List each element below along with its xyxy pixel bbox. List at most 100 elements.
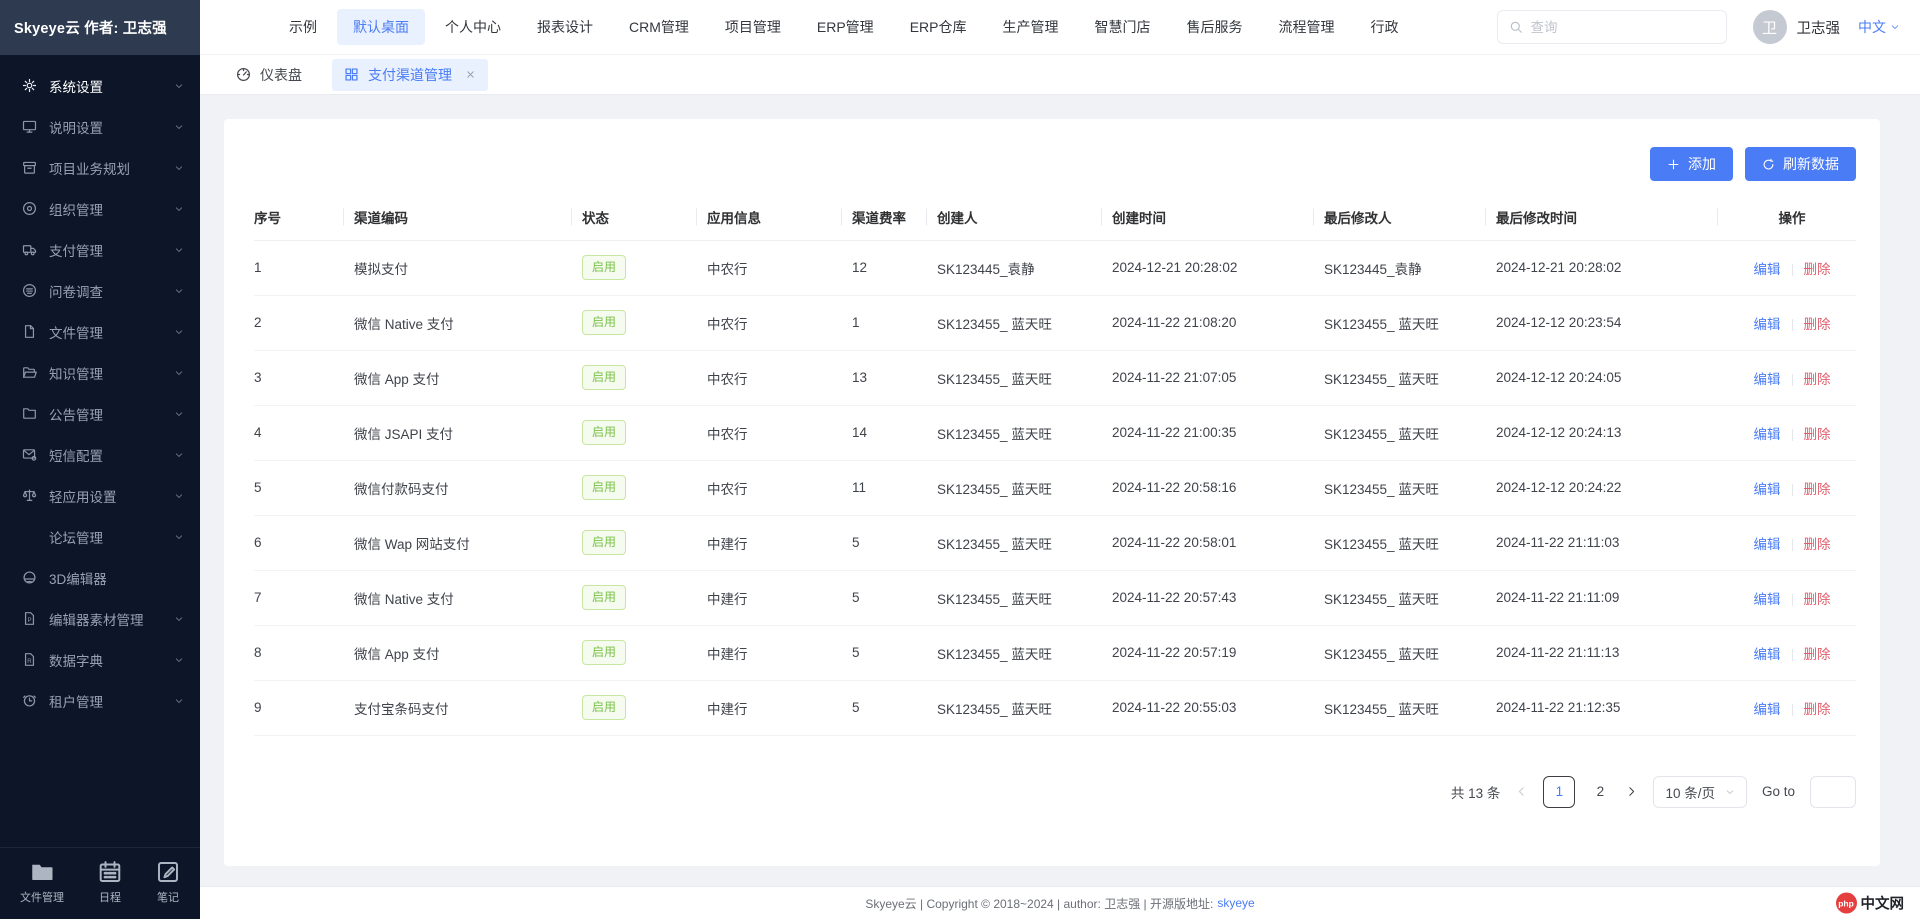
collapse-sidebar-icon[interactable] [226,18,245,37]
close-tab-icon[interactable] [465,69,476,80]
action-divider [1792,264,1793,276]
language-selector[interactable]: 中文 [1858,17,1900,37]
sidebar-item-label: 3D编辑器 [49,568,184,588]
tab-label: 仪表盘 [260,65,302,85]
tab[interactable]: 仪表盘 [224,59,314,91]
nav-item[interactable]: 售后服务 [1170,9,1258,45]
table-row: 5微信付款码支付启用中农行11SK123455_ 蓝天旺2024-11-22 2… [254,460,1856,515]
add-button[interactable]: 添加 [1650,147,1733,181]
nav-item[interactable]: 生产管理 [986,9,1074,45]
sidebar-item[interactable]: 组织管理 [0,188,200,229]
nav-item[interactable]: 流程管理 [1262,9,1350,45]
nav-item[interactable]: CRM管理 [613,9,705,45]
edit-link[interactable]: 编辑 [1754,317,1781,332]
edit-link[interactable]: 编辑 [1754,647,1781,662]
next-page-button[interactable] [1625,785,1638,798]
edit-link[interactable]: 编辑 [1754,427,1781,442]
cell-code: 微信 JSAPI 支付 [354,405,582,460]
nav-item[interactable]: 示例 [273,9,333,45]
sidebar-item[interactable]: 说明设置 [0,106,200,147]
nav-item[interactable]: ERP管理 [801,9,890,45]
delete-link[interactable]: 删除 [1804,537,1831,552]
action-divider [1792,704,1793,716]
sidebar-item[interactable]: 支付管理 [0,229,200,270]
cell-no: 9 [254,680,354,735]
edit-link[interactable]: 编辑 [1754,702,1781,717]
page-button-1[interactable]: 1 [1543,776,1575,808]
cell-status: 启用 [582,570,707,625]
delete-link[interactable]: 删除 [1804,317,1831,332]
scale-icon [22,488,37,503]
sidebar-item[interactable]: 租户管理 [0,680,200,721]
sidebar-item[interactable]: 项目业务规划 [0,147,200,188]
nav-item[interactable]: 报表设计 [521,9,609,45]
cell-modified-at: 2024-11-22 21:11:13 [1496,625,1728,680]
nav-item[interactable]: 个人中心 [429,9,517,45]
delete-link[interactable]: 删除 [1804,262,1831,277]
delete-link[interactable]: 删除 [1804,372,1831,387]
nav-item[interactable]: ERP仓库 [894,9,983,45]
cell-actions: 编辑 删除 [1728,295,1856,350]
edit-link[interactable]: 编辑 [1754,592,1781,607]
chevron-down-icon [174,532,184,542]
sidebar-item[interactable]: 论坛管理 [0,516,200,557]
cell-app: 中建行 [707,570,852,625]
svg-text:P: P [27,617,31,624]
delete-link[interactable]: 删除 [1804,702,1831,717]
sidebar-item-label: 组织管理 [49,199,174,219]
status-badge: 启用 [582,640,626,664]
table-row: 1模拟支付启用中农行12SK123445_袁静2024-12-21 20:28:… [254,240,1856,295]
skyeye-link[interactable]: skyeye [1217,896,1254,910]
sidebar-item[interactable]: 系统设置 [0,65,200,106]
sidebar-item[interactable]: 3D编辑器 [0,557,200,598]
user-name: 卫志强 [1797,17,1841,38]
chevron-down-icon [174,245,184,255]
sidebar-item[interactable]: 问卷调查 [0,270,200,311]
sidebar-item[interactable]: 公告管理 [0,393,200,434]
nav-item[interactable]: 行政 [1354,9,1414,45]
sidebar: Skyeye云 作者: 卫志强 系统设置说明设置项目业务规划组织管理支付管理问卷… [0,0,200,919]
chevron-down-icon [174,122,184,132]
goto-page-input[interactable] [1810,776,1856,808]
sidebar-item[interactable]: P编辑器素材管理 [0,598,200,639]
page-size-select[interactable]: 10 条/页 [1653,776,1747,808]
edit-link[interactable]: 编辑 [1754,262,1781,277]
dock-item[interactable]: 文件管理 [20,860,64,905]
dock-item[interactable]: 笔记 [156,860,180,905]
nav-item[interactable]: 项目管理 [709,9,797,45]
edit-link[interactable]: 编辑 [1754,537,1781,552]
cell-no: 7 [254,570,354,625]
edit-link[interactable]: 编辑 [1754,482,1781,497]
cell-modifier: SK123455_ 蓝天旺 [1324,405,1496,460]
delete-link[interactable]: 删除 [1804,482,1831,497]
sidebar-item[interactable]: 文件管理 [0,311,200,352]
prev-page-button[interactable] [1515,785,1528,798]
sidebar-item[interactable]: R数据字典 [0,639,200,680]
cell-no: 8 [254,625,354,680]
refresh-button-label: 刷新数据 [1783,154,1839,174]
sidebar-item[interactable]: 轻应用设置 [0,475,200,516]
copyright-text: Skyeye云 | Copyright © 2018~2024 | author… [865,895,1213,912]
refresh-button[interactable]: 刷新数据 [1745,147,1856,181]
search-box[interactable] [1497,10,1727,44]
page-button-2[interactable]: 2 [1590,784,1610,799]
chevron-down-icon [174,204,184,214]
edit-link[interactable]: 编辑 [1754,372,1781,387]
chevron-down-icon [174,614,184,624]
sidebar-item[interactable]: 短信配置 [0,434,200,475]
nav-item[interactable]: 智慧门店 [1078,9,1166,45]
tab[interactable]: 支付渠道管理 [332,59,488,91]
sidebar-item[interactable]: 知识管理 [0,352,200,393]
dock-item[interactable]: 日程 [98,860,122,905]
plus-icon [1667,158,1680,171]
delete-link[interactable]: 删除 [1804,427,1831,442]
cell-creator: SK123455_ 蓝天旺 [937,570,1112,625]
delete-link[interactable]: 删除 [1804,592,1831,607]
delete-link[interactable]: 删除 [1804,647,1831,662]
sidebar-item-label: 公告管理 [49,404,174,424]
search-input[interactable] [1531,20,1715,35]
nav-item[interactable]: 默认桌面 [337,9,425,45]
channel-table: 序号渠道编码状态应用信息渠道费率创建人创建时间最后修改人最后修改时间操作 1模拟… [254,195,1856,736]
avatar[interactable]: 卫 [1753,10,1787,44]
cell-actions: 编辑 删除 [1728,570,1856,625]
